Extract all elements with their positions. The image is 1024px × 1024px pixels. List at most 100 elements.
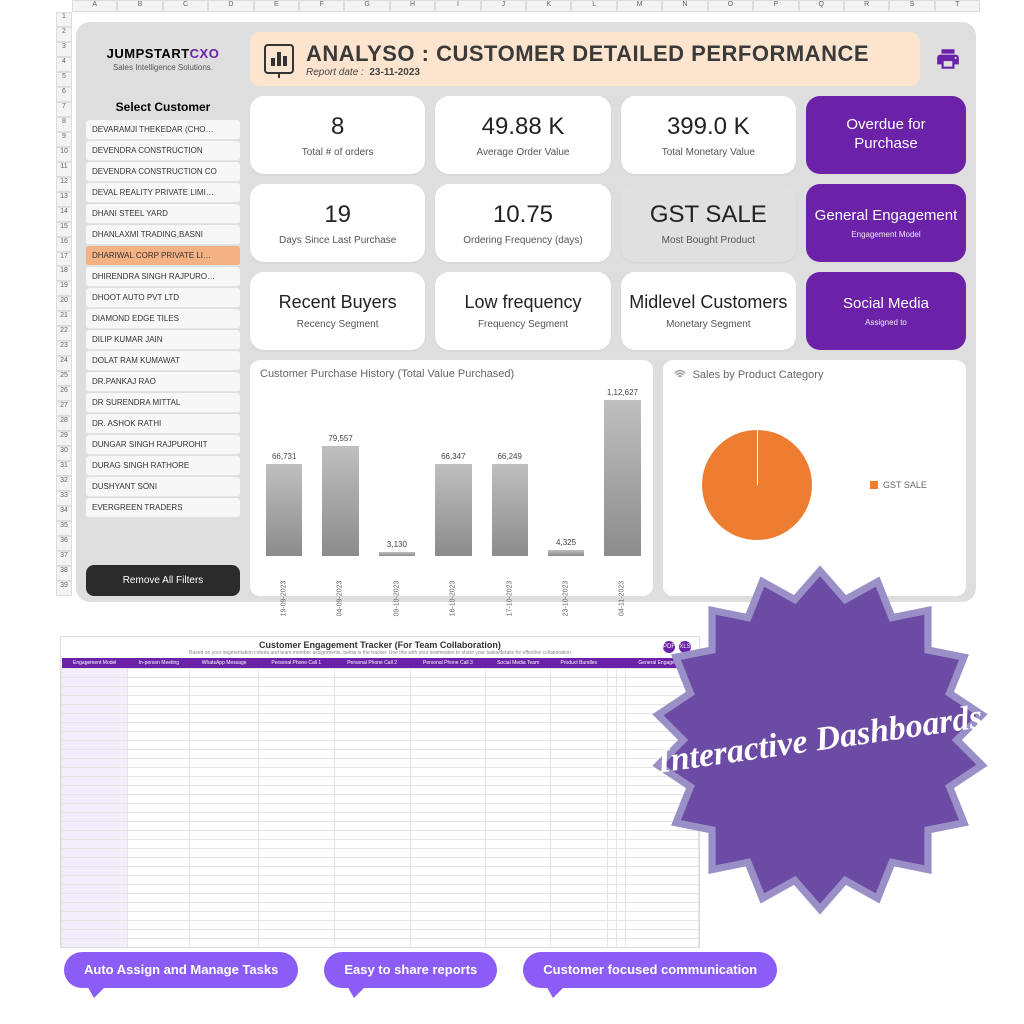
bar: 79,557 <box>322 446 358 556</box>
customer-item[interactable]: DURAG SINGH RATHORE <box>86 456 240 476</box>
customer-item[interactable]: DR SURENDRA MITTAL <box>86 393 240 413</box>
table-row <box>62 732 699 741</box>
table-row <box>62 885 699 894</box>
kpi-card: 8Total # of orders <box>250 96 425 174</box>
speech-bubble: Auto Assign and Manage Tasks <box>64 952 298 988</box>
report-date-value: 23-11-2023 <box>369 67 420 78</box>
table-row <box>62 858 699 867</box>
speech-bubble: Easy to share reports <box>324 952 497 988</box>
customer-item[interactable]: DHARIWAL CORP PRIVATE LI… <box>86 246 240 266</box>
table-row <box>62 840 699 849</box>
customer-item[interactable]: DHANI STEEL YARD <box>86 204 240 224</box>
sidebar: Select Customer DEVARAMJI THEKEDAR (CHO…… <box>86 96 240 596</box>
kpi-card: 399.0 KTotal Monetary Value <box>621 96 796 174</box>
brand-tagline: Sales Intelligence Solutions. <box>113 63 213 72</box>
customer-item[interactable]: DILIP KUMAR JAIN <box>86 330 240 350</box>
report-date-label: Report date : <box>306 67 364 78</box>
title-banner: ANALYSO : CUSTOMER DETAILED PERFORMANCE … <box>250 32 920 86</box>
table-row <box>62 687 699 696</box>
cta-card[interactable]: Social MediaAssigned to <box>806 272 966 350</box>
table-row <box>62 867 699 876</box>
customer-item[interactable]: DOLAT RAM KUMAWAT <box>86 351 240 371</box>
pie-slice <box>702 430 812 540</box>
tracker-table: Engagement ModelIn-person MeetingWhatsAp… <box>61 658 699 948</box>
table-row <box>62 741 699 750</box>
presentation-icon <box>264 44 294 74</box>
table-row <box>62 777 699 786</box>
table-row <box>62 705 699 714</box>
customer-item[interactable]: DHOOT AUTO PVT LTD <box>86 288 240 308</box>
wifi-icon <box>673 368 687 382</box>
bar: 3,130 <box>379 552 415 556</box>
table-row <box>62 750 699 759</box>
spreadsheet-column-headers: ABCDEFGHIJKLMNOPQRST <box>72 0 980 12</box>
customer-list[interactable]: DEVARAMJI THEKEDAR (CHO…DEVENDRA CONSTRU… <box>86 120 240 559</box>
table-row <box>62 894 699 903</box>
spreadsheet-row-headers: 1234567891011121314151617181920212223242… <box>56 12 72 596</box>
customer-item[interactable]: DR.PANKAJ RAO <box>86 372 240 392</box>
kpi-grid: 8Total # of orders49.88 KAverage Order V… <box>250 96 966 350</box>
customer-item[interactable]: DR. ASHOK RATHI <box>86 414 240 434</box>
customer-item[interactable]: DEVAL REALITY PRIVATE LIMI… <box>86 183 240 203</box>
table-row <box>62 813 699 822</box>
remove-filters-button[interactable]: Remove All Filters <box>86 565 240 596</box>
table-row <box>62 912 699 921</box>
customer-item[interactable]: DIAMOND EDGE TILES <box>86 309 240 329</box>
table-row <box>62 921 699 930</box>
table-row <box>62 804 699 813</box>
dashboard: JUMPSTARTCXO Sales Intelligence Solution… <box>76 22 976 602</box>
table-row <box>62 903 699 912</box>
kpi-card: Midlevel CustomersMonetary Segment <box>621 272 796 350</box>
customer-item[interactable]: DHANLAXMI TRADING,BASNI <box>86 225 240 245</box>
bar: 66,347 <box>435 464 471 556</box>
bar-chart: Customer Purchase History (Total Value P… <box>250 360 653 596</box>
tracker-sheet: PDF XLS Customer Engagement Tracker (For… <box>60 636 700 948</box>
table-row <box>62 759 699 768</box>
table-row <box>62 831 699 840</box>
table-row <box>62 723 699 732</box>
table-row <box>62 714 699 723</box>
brand-part2: CXO <box>190 46 220 61</box>
tracker-body <box>62 669 699 949</box>
customer-item[interactable]: DUSHYANT SONI <box>86 477 240 497</box>
customer-item[interactable]: DEVENDRA CONSTRUCTION CO <box>86 162 240 182</box>
starburst-badge: Interactive Dashboards <box>640 560 1000 920</box>
customer-item[interactable]: DEVENDRA CONSTRUCTION <box>86 141 240 161</box>
table-row <box>62 768 699 777</box>
customer-item[interactable]: EVERGREEN TRADERS <box>86 498 240 518</box>
kpi-card: 19Days Since Last Purchase <box>250 184 425 262</box>
brand-part1: JUMPSTART <box>107 46 190 61</box>
pie-chart-title: Sales by Product Category <box>693 369 824 381</box>
bar-chart-title: Customer Purchase History (Total Value P… <box>260 368 643 380</box>
page-title: ANALYSO : CUSTOMER DETAILED PERFORMANCE <box>306 41 869 67</box>
customer-item[interactable]: DUNGAR SINGH RAJPUROHIT <box>86 435 240 455</box>
customer-item[interactable]: DEVARAMJI THEKEDAR (CHO… <box>86 120 240 140</box>
table-row <box>62 822 699 831</box>
customer-item[interactable]: DHIRENDRA SINGH RAJPURO… <box>86 267 240 287</box>
table-row <box>62 696 699 705</box>
tracker-title: Customer Engagement Tracker (For Team Co… <box>61 637 699 650</box>
table-row <box>62 948 699 949</box>
pie-legend-item: GST SALE <box>870 480 927 490</box>
brand-box: JUMPSTARTCXO Sales Intelligence Solution… <box>86 32 240 86</box>
speech-bubble: Customer focused communication <box>523 952 777 988</box>
speech-bubbles: Auto Assign and Manage Tasks Easy to shar… <box>64 952 784 988</box>
tracker-header-row: Engagement ModelIn-person MeetingWhatsAp… <box>62 658 699 669</box>
kpi-card: GST SALEMost Bought Product <box>621 184 796 262</box>
kpi-card: 49.88 KAverage Order Value <box>435 96 610 174</box>
tracker-subtitle: Based on your segmentation criteria and … <box>61 650 699 658</box>
bar: 1,12,627 <box>604 400 640 556</box>
cta-card[interactable]: General EngagementEngagement Model <box>806 184 966 262</box>
bar: 4,325 <box>548 550 584 556</box>
table-row <box>62 876 699 885</box>
print-icon[interactable] <box>930 32 966 86</box>
table-row <box>62 678 699 687</box>
kpi-card: Recent BuyersRecency Segment <box>250 272 425 350</box>
bar-chart-bars: 66,73179,5573,13066,34766,2494,3251,12,6… <box>266 390 641 556</box>
sidebar-title: Select Customer <box>86 96 240 120</box>
cta-card[interactable]: Overdue for Purchase <box>806 96 966 174</box>
kpi-card: 10.75Ordering Frequency (days) <box>435 184 610 262</box>
table-row <box>62 669 699 678</box>
table-row <box>62 795 699 804</box>
bar: 66,249 <box>492 464 528 556</box>
